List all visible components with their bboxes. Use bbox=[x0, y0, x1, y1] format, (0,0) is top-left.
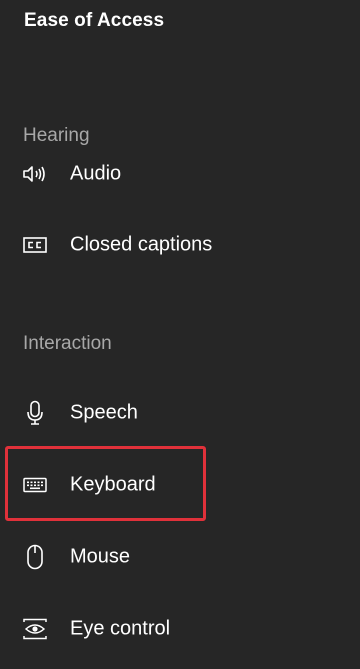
ease-of-access-pane: Ease of Access Hearing Audio Closed capt… bbox=[0, 0, 360, 669]
nav-item-eye-control-label: Eye control bbox=[70, 617, 171, 640]
nav-item-mouse[interactable]: Mouse bbox=[0, 531, 360, 583]
audio-icon bbox=[22, 161, 48, 187]
nav-item-keyboard[interactable]: Keyboard bbox=[0, 459, 360, 511]
nav-item-eye-control[interactable]: Eye control bbox=[0, 603, 360, 655]
closed-captions-icon bbox=[22, 232, 48, 258]
keyboard-icon bbox=[22, 472, 48, 498]
nav-item-audio-label: Audio bbox=[70, 162, 122, 185]
eye-control-icon bbox=[22, 616, 48, 642]
microphone-icon bbox=[22, 400, 48, 426]
nav-item-speech-label: Speech bbox=[70, 401, 138, 424]
mouse-icon bbox=[22, 544, 48, 570]
nav-item-speech[interactable]: Speech bbox=[0, 387, 360, 439]
nav-item-mouse-label: Mouse bbox=[70, 545, 131, 568]
nav-item-closed-captions[interactable]: Closed captions bbox=[0, 219, 360, 271]
section-header-interaction: Interaction bbox=[23, 333, 112, 354]
nav-item-audio[interactable]: Audio bbox=[0, 148, 360, 200]
nav-item-closed-captions-label: Closed captions bbox=[70, 233, 213, 256]
page-title: Ease of Access bbox=[24, 10, 165, 31]
section-header-hearing: Hearing bbox=[23, 125, 90, 146]
nav-item-keyboard-label: Keyboard bbox=[70, 473, 156, 496]
